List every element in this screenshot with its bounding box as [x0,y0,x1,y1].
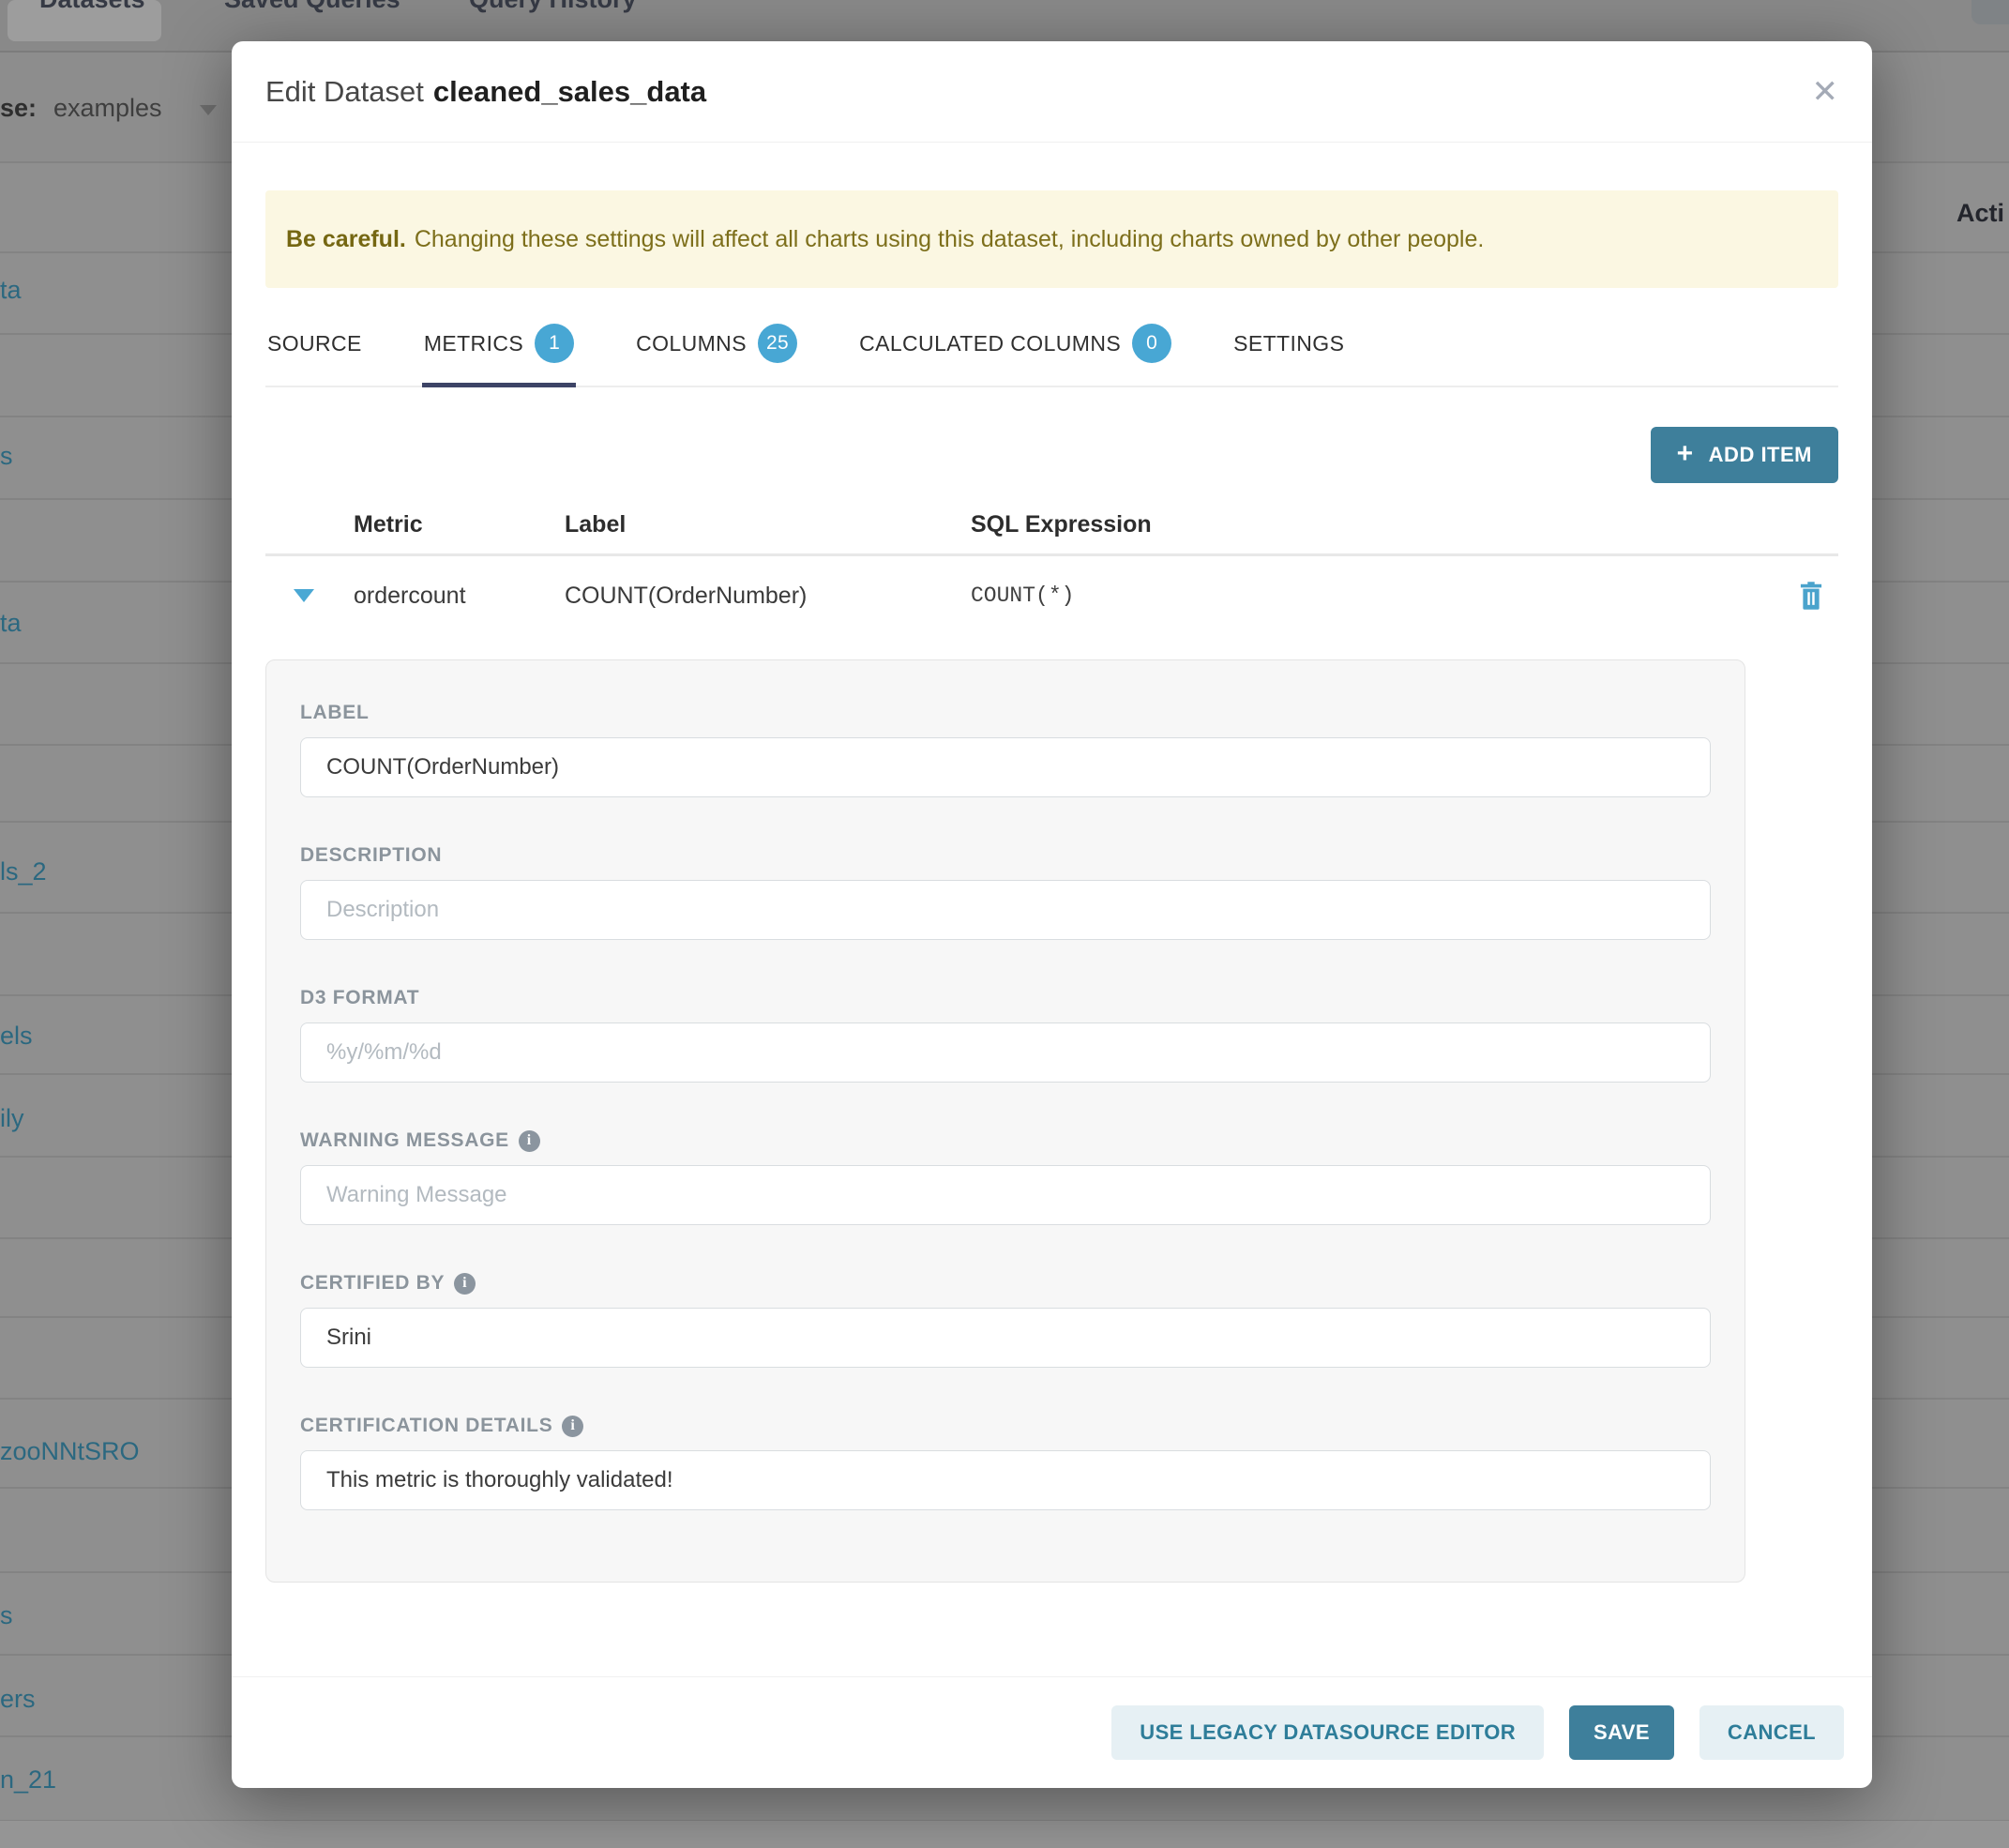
tab-source-label: SOURCE [267,331,362,356]
col-header-label: Label [565,511,971,538]
field-group-d3-format: D3 FORMAT [300,987,1711,1083]
dataset-link-fragment[interactable]: els [0,1022,33,1051]
metric-label: COUNT(OrderNumber) [565,583,971,610]
field-group-certified-by: CERTIFIED BY i [300,1272,1711,1368]
modal-body: Be careful. Changing these settings will… [232,190,1872,1583]
corner-button-fragment[interactable] [1971,0,2009,24]
label-input[interactable] [300,737,1711,797]
plus-icon: + [1677,438,1694,470]
actions-column-header: Acti [1956,199,2004,228]
metrics-count-badge: 1 [535,324,574,363]
tab-saved-queries[interactable]: Saved Queries [224,0,400,14]
dataset-link-fragment[interactable]: ta [0,609,22,638]
save-button[interactable]: SAVE [1569,1705,1674,1760]
tab-source[interactable]: SOURCE [265,324,364,386]
d3-format-input[interactable] [300,1022,1711,1083]
tab-columns[interactable]: COLUMNS 25 [634,324,799,386]
modal-footer: USE LEGACY DATASOURCE EDITOR SAVE CANCEL [232,1676,1872,1788]
tab-settings[interactable]: SETTINGS [1231,324,1346,386]
field-group-warning-message: WARNING MESSAGE i [300,1129,1711,1225]
field-label: CERTIFIED BY i [300,1272,1711,1295]
dataset-link-fragment[interactable]: s [0,1601,13,1630]
database-filter-label: se: [0,94,37,123]
editor-tabs: SOURCE METRICS 1 COLUMNS 25 CALCULATED C… [265,324,1838,387]
field-label-text: WARNING MESSAGE [300,1129,509,1152]
calculated-columns-count-badge: 0 [1132,324,1171,363]
field-group-certification-details: CERTIFICATION DETAILS i [300,1415,1711,1510]
field-label: LABEL [300,702,1711,724]
tab-metrics-label: METRICS [424,331,523,356]
field-label-text: DESCRIPTION [300,844,442,867]
cancel-button[interactable]: CANCEL [1699,1705,1844,1760]
col-header-sql: SQL Expression [971,511,1763,538]
columns-count-badge: 25 [758,324,797,363]
field-group-label: LABEL [300,702,1711,797]
close-icon[interactable]: ✕ [1812,76,1839,108]
info-icon: i [562,1416,583,1437]
col-header-metric: Metric [354,511,565,538]
tab-calculated-columns[interactable]: CALCULATED COLUMNS 0 [857,324,1173,386]
dataset-link-fragment[interactable]: ers [0,1685,36,1714]
tab-settings-label: SETTINGS [1233,331,1344,356]
modal-title: Edit Dataset cleaned_sales_data [265,75,706,109]
metric-name: ordercount [354,583,565,610]
description-input[interactable] [300,880,1711,940]
field-label: WARNING MESSAGE i [300,1129,1711,1152]
info-icon: i [454,1273,476,1295]
certified-by-input[interactable] [300,1308,1711,1368]
tab-columns-label: COLUMNS [636,331,747,356]
metrics-table-header: Metric Label SQL Expression [265,511,1838,538]
dataset-link-fragment[interactable]: zooNNtSRO [0,1437,140,1466]
database-filter-value[interactable]: examples [53,94,162,123]
add-item-label: ADD ITEM [1709,443,1812,467]
add-item-row: + ADD ITEM [265,427,1838,483]
chevron-down-icon[interactable] [200,105,217,115]
tab-metrics[interactable]: METRICS 1 [422,324,576,386]
certification-details-input[interactable] [300,1450,1711,1510]
field-label-text: CERTIFICATION DETAILS [300,1415,552,1437]
metric-sql-expression: COUNT(*) [971,583,1763,608]
collapse-caret-icon[interactable] [294,589,314,602]
add-item-button[interactable]: + ADD ITEM [1651,427,1838,483]
trash-icon [1797,581,1825,611]
field-label-text: D3 FORMAT [300,987,419,1009]
field-group-description: DESCRIPTION [300,844,1711,940]
field-label: D3 FORMAT [300,987,1711,1009]
dataset-link-fragment[interactable]: ta [0,276,22,305]
field-label: DESCRIPTION [300,844,1711,867]
dataset-link-fragment[interactable]: n_21 [0,1765,56,1795]
tab-datasets-label[interactable]: Datasets [39,0,145,14]
warning-banner-bold: Be careful. [286,226,406,253]
metric-row: ordercount COUNT(OrderNumber) COUNT(*) [265,556,1838,611]
tab-calculated-columns-label: CALCULATED COLUMNS [859,331,1121,356]
table-footer-band [0,1821,2009,1848]
warning-banner-text: Changing these settings will affect all … [415,226,1485,253]
dataset-link-fragment[interactable]: ily [0,1104,24,1133]
edit-dataset-modal: Edit Dataset cleaned_sales_data ✕ Be care… [232,41,1872,1788]
field-label: CERTIFICATION DETAILS i [300,1415,1711,1437]
modal-header: Edit Dataset cleaned_sales_data ✕ [232,41,1872,143]
use-legacy-datasource-editor-button[interactable]: USE LEGACY DATASOURCE EDITOR [1111,1705,1544,1760]
info-icon: i [519,1130,540,1152]
field-label-text: CERTIFIED BY [300,1272,445,1295]
dataset-link-fragment[interactable]: s [0,442,13,471]
delete-metric-button[interactable] [1797,581,1825,611]
metric-detail-panel: LABEL DESCRIPTION D3 FORMAT WARNING MESS… [265,659,1745,1583]
tab-query-history[interactable]: Query History [469,0,637,14]
dataset-name: cleaned_sales_data [433,75,706,108]
field-label-text: LABEL [300,702,370,724]
modal-title-prefix: Edit Dataset [265,75,424,108]
dataset-link-fragment[interactable]: ls_2 [0,857,47,886]
warning-banner: Be careful. Changing these settings will… [265,190,1838,288]
warning-message-input[interactable] [300,1165,1711,1225]
